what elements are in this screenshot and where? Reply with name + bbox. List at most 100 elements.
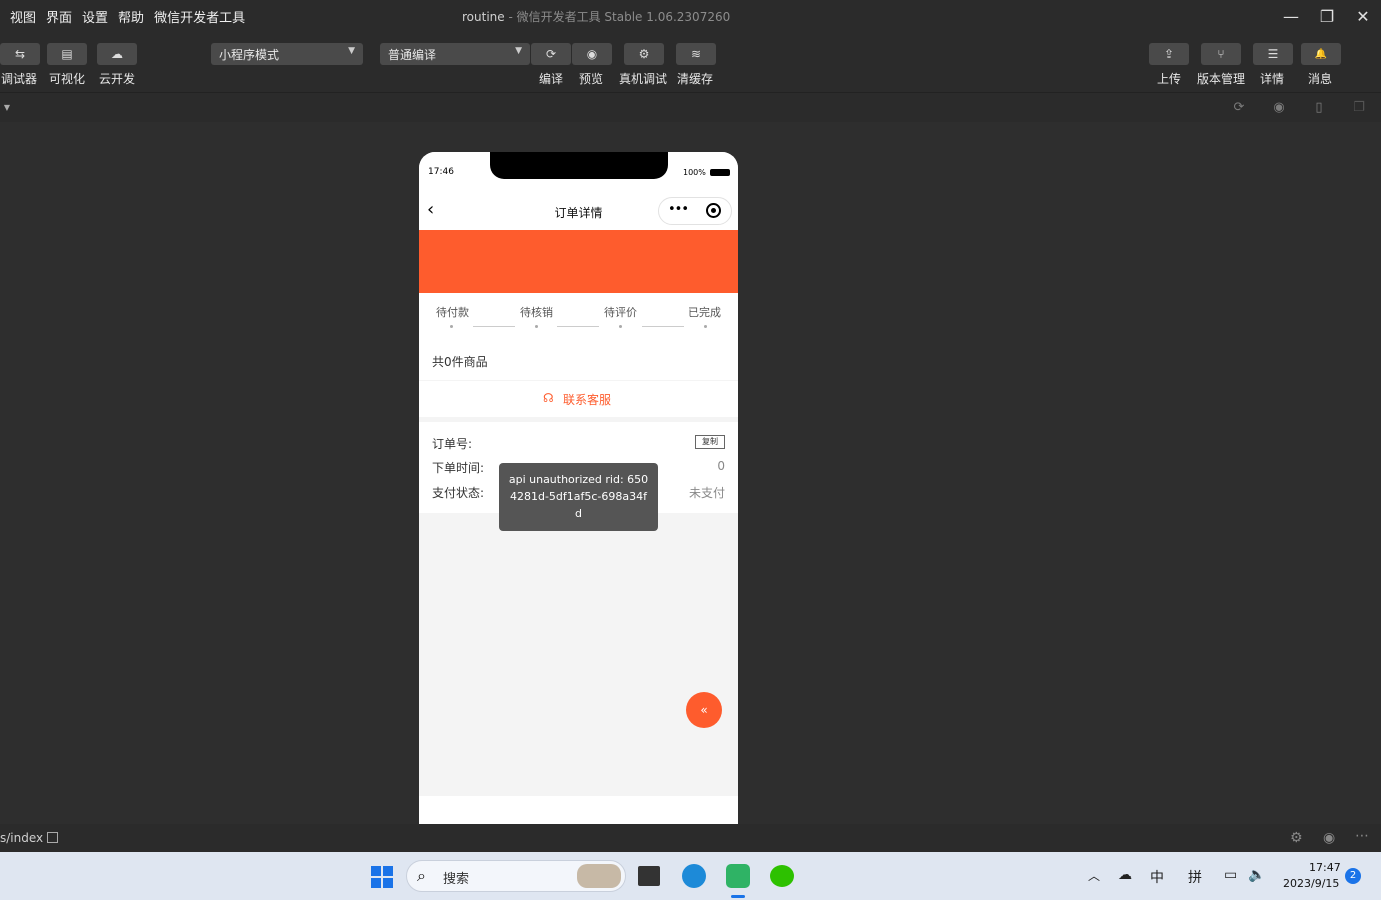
project-name: routine (462, 10, 505, 24)
phone-time: 17:46 (428, 167, 454, 177)
cloud-label: 云开发 (99, 72, 136, 86)
search-placeholder: 搜索 (443, 872, 470, 887)
order-no-label: 订单号: (432, 437, 473, 451)
refresh-icon: ⟳ (545, 47, 557, 61)
order-status-banner (419, 230, 738, 293)
copy-path-icon[interactable] (47, 832, 58, 843)
copy-button[interactable]: 复制 (695, 435, 725, 449)
close-button[interactable]: ✕ (1348, 4, 1378, 28)
debugger-label: 调试器 (1, 72, 38, 86)
device-icon[interactable]: ▯ (1312, 101, 1326, 115)
details-button[interactable]: ☰ (1253, 43, 1293, 65)
layers-icon: ≋ (690, 47, 702, 61)
battery-icon (710, 169, 730, 176)
phone-status-bar: 17:46 100% (419, 152, 738, 194)
step-dot (704, 325, 707, 328)
restore-icon: ❐ (1319, 6, 1335, 26)
network-icon[interactable]: ▭ (1224, 867, 1237, 883)
contact-service-button[interactable]: ☊ 联系客服 (419, 381, 738, 417)
simulator-phone: 17:46 100% ‹ 订单详情 ••• 待付款 待核销 待评价 已完成 共0… (419, 152, 738, 824)
branch-icon: ⑂ (1217, 47, 1225, 61)
cloud-offline-icon[interactable]: ☁ (1118, 867, 1132, 883)
nav-bar: ‹ 订单详情 ••• (419, 194, 738, 230)
cloud-button[interactable]: ☁ (97, 43, 137, 65)
title-bar: 视图 界面 设置 帮助 微信开发者工具 routine - 微信开发者工具 St… (0, 0, 1381, 32)
windows-start-icon[interactable] (371, 866, 393, 888)
close-miniprogram-icon[interactable] (706, 203, 721, 218)
edge-browser-icon[interactable] (682, 864, 706, 888)
layout-icon: ▤ (61, 47, 73, 61)
restore-button[interactable]: ❐ (1312, 4, 1342, 28)
preview-button[interactable]: ◉ (572, 43, 612, 65)
upload-button[interactable]: ⇪ (1149, 43, 1189, 65)
pay-status-value: 未支付 (688, 486, 725, 500)
clock-time[interactable]: 17:47 (1309, 861, 1341, 874)
compile-button[interactable]: ⟳ (531, 43, 571, 65)
compile-select-value: 普通编译 (388, 48, 437, 62)
menu-devtools[interactable]: 微信开发者工具 (154, 7, 245, 26)
step-pending-payment: 待付款 (436, 306, 469, 319)
contact-service-label: 联系客服 (563, 393, 612, 407)
goods-section: 共0件商品 (419, 343, 738, 380)
eye-icon: ◉ (586, 47, 598, 61)
step-completed: 已完成 (688, 306, 721, 319)
bell-icon: 🔔 (1314, 48, 1328, 60)
close-icon: ✕ (1356, 6, 1370, 26)
mode-select[interactable]: 小程序模式 ▼ (211, 43, 363, 65)
more-icon[interactable]: ⋯ (1355, 828, 1369, 844)
taskbar-search[interactable]: ⌕ 搜索 (406, 860, 626, 892)
goods-count: 共0件商品 (432, 355, 488, 369)
ide-status-bar: s/index ⚙ ◉ ⋯ (0, 824, 1381, 852)
record-icon[interactable]: ◉ (1272, 101, 1286, 115)
ime-chinese[interactable]: 中 (1150, 867, 1164, 887)
floating-menu-button[interactable]: « (686, 692, 722, 728)
compile-select[interactable]: 普通编译 ▼ (380, 43, 530, 65)
debugger-button[interactable]: ⇆ (0, 43, 40, 65)
toolbar: ⇆ 调试器 ▤ 可视化 ☁ 云开发 小程序模式 ▼ 普通编译 ▼ ⟳ 编译 ◉ 预览… (0, 32, 1381, 92)
step-dot (619, 325, 622, 328)
details-label: 详情 (1260, 72, 1285, 86)
error-toast: api unauthorized rid: 6504281d-5df1af5c-… (499, 463, 658, 531)
capsule-button: ••• (658, 197, 732, 225)
clear-cache-label: 清缓存 (677, 72, 714, 86)
active-app-indicator (731, 895, 745, 898)
pay-status-label: 支付状态: (432, 486, 485, 500)
compile-label: 编译 (539, 72, 564, 86)
step-pending-review: 待评价 (604, 306, 637, 319)
upload-label: 上传 (1157, 72, 1182, 86)
version-label: 版本管理 (1197, 72, 1246, 86)
clear-cache-button[interactable]: ≋ (676, 43, 716, 65)
more-icon[interactable]: ••• (668, 202, 689, 217)
preview-label: 预览 (579, 72, 604, 86)
bug-icon[interactable]: ⚙ (1290, 830, 1303, 846)
step-line (642, 326, 684, 327)
clock-date[interactable]: 2023/9/15 (1283, 877, 1339, 890)
double-chevron-icon: « (700, 703, 708, 717)
notification-badge[interactable]: 2 (1345, 868, 1361, 884)
wechat-icon[interactable] (770, 865, 794, 887)
menu-view[interactable]: 视图 (10, 7, 36, 26)
remote-debug-button[interactable]: ⚙ (624, 43, 664, 65)
eye-icon[interactable]: ◉ (1323, 830, 1335, 846)
phone-battery-text: 100% (683, 168, 706, 177)
taskbar: ⌕ 搜索 ︿ ☁ 中 拼 ▭ 🔈 17:47 2023/9/15 2 (0, 852, 1381, 900)
tray-expand-icon[interactable]: ︿ (1088, 867, 1100, 884)
mode-select-value: 小程序模式 (219, 48, 280, 62)
menu-help[interactable]: 帮助 (118, 7, 144, 26)
minimize-button[interactable]: — (1276, 4, 1306, 28)
version-button[interactable]: ⑂ (1201, 43, 1241, 65)
menu-interface[interactable]: 界面 (46, 7, 72, 26)
messages-button[interactable]: 🔔 (1301, 43, 1341, 65)
rotate-icon[interactable]: ⟳ (1232, 101, 1246, 115)
step-line (473, 326, 515, 327)
task-view-icon[interactable] (638, 866, 660, 886)
ime-pinyin[interactable]: 拼 (1188, 867, 1202, 887)
device-dropdown-icon[interactable]: ▼ (0, 101, 14, 115)
page-path[interactable]: s/index (0, 831, 43, 845)
detach-icon[interactable]: ❐ (1352, 101, 1366, 115)
menu-settings[interactable]: 设置 (82, 7, 108, 26)
volume-icon[interactable]: 🔈 (1248, 867, 1265, 883)
order-time-value: 0 (717, 459, 725, 473)
wechat-devtools-icon[interactable] (726, 864, 750, 888)
visual-button[interactable]: ▤ (47, 43, 87, 65)
